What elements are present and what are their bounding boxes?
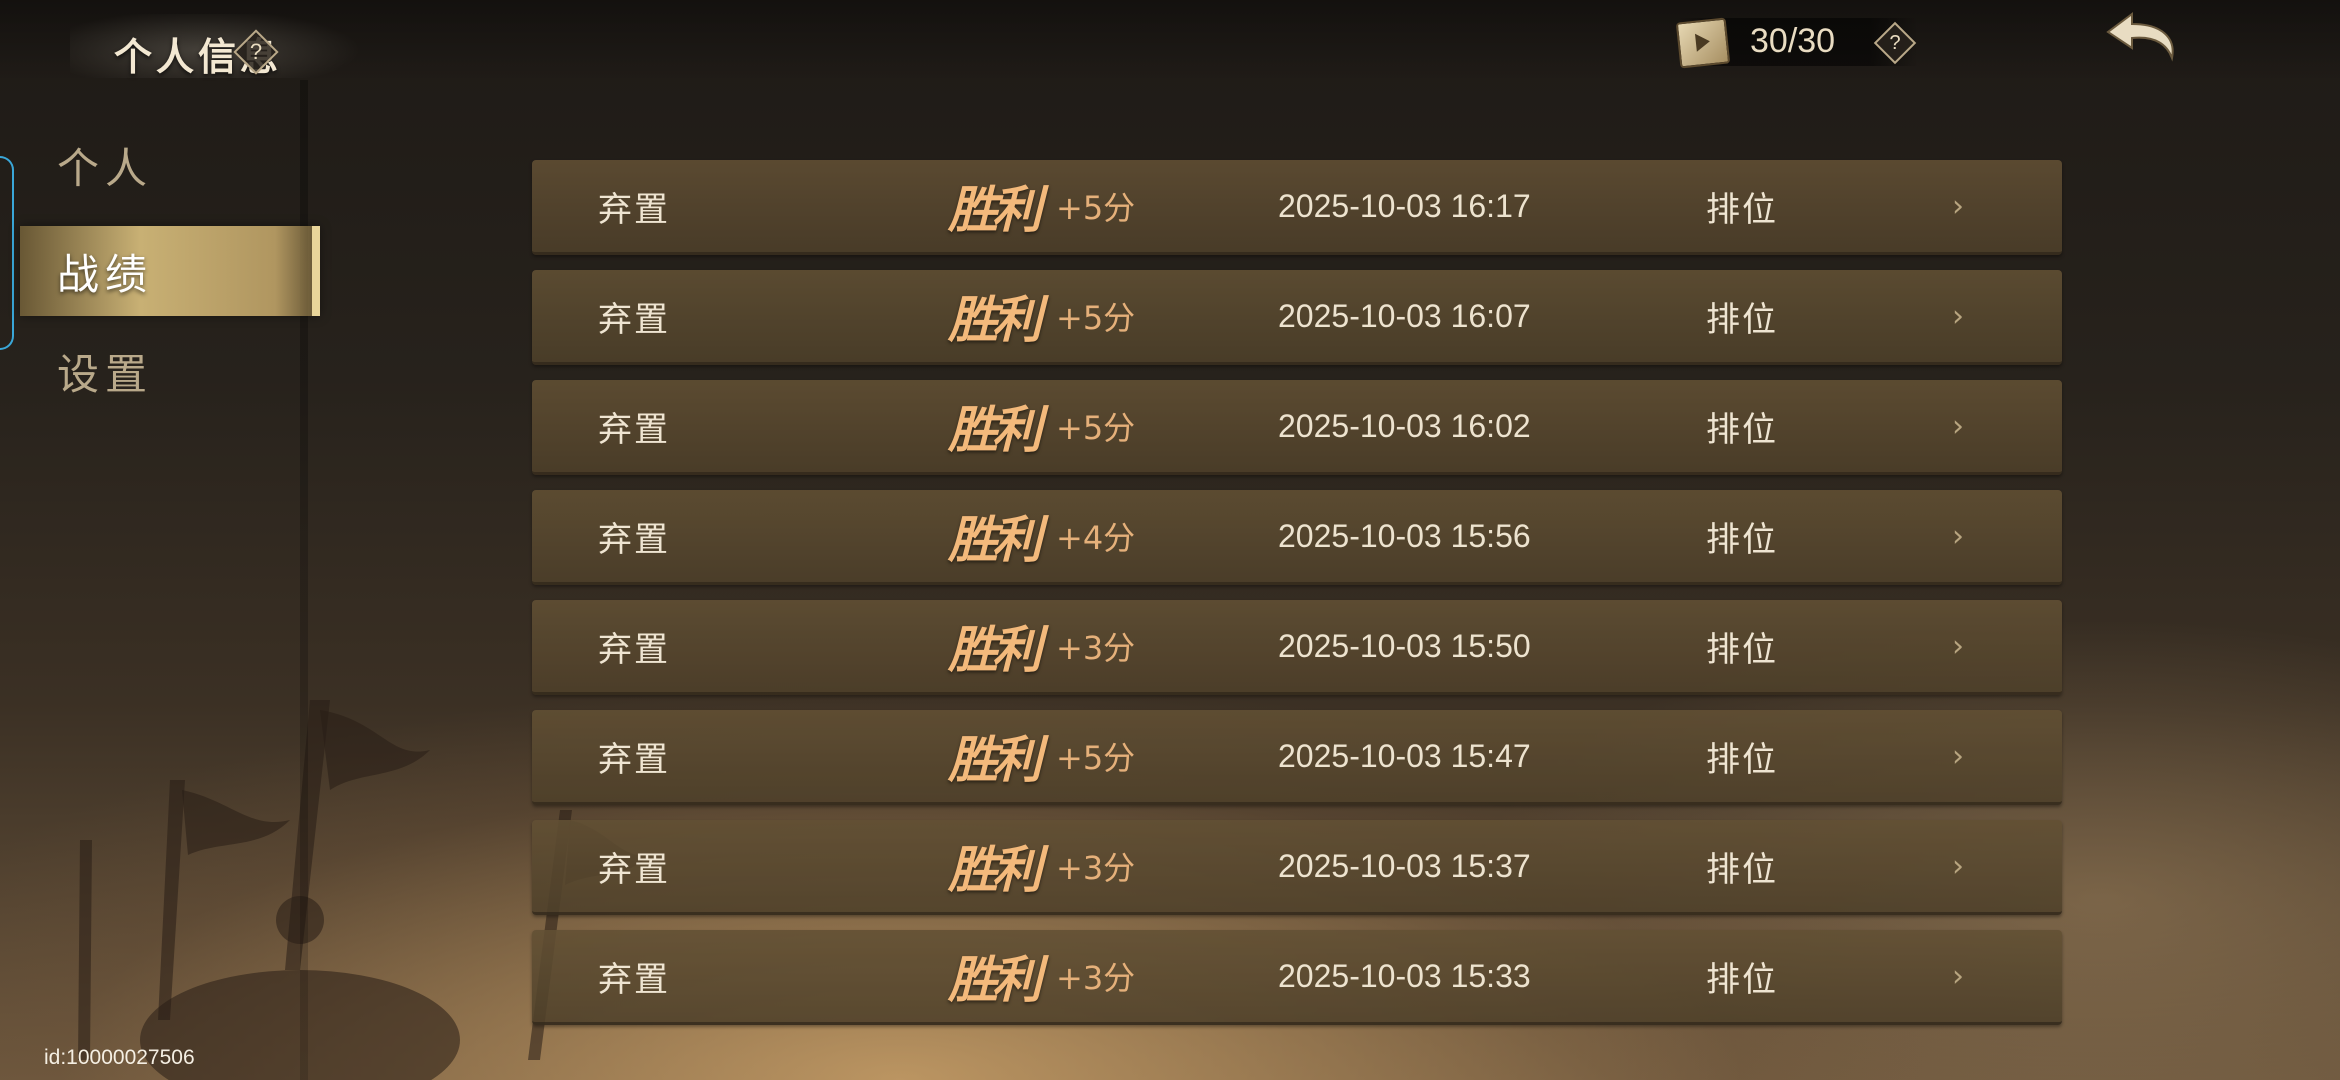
record-time: 2025-10-03 16:02: [1278, 407, 1531, 444]
chevron-right-icon[interactable]: ›: [1952, 380, 1964, 472]
record-type: 排位: [1706, 519, 1778, 560]
record-score: +5分: [1056, 739, 1136, 777]
record-time: 2025-10-03 15:47: [1278, 737, 1531, 774]
record-mode: 弃置: [598, 409, 670, 450]
record-mode: 弃置: [598, 189, 670, 230]
sidebar-item-label: 设置: [56, 349, 153, 399]
record-row[interactable]: 弃置 胜利 +3分 2025-10-03 15:50 排位 ›: [532, 600, 2062, 695]
record-row[interactable]: 弃置 胜利 +3分 2025-10-03 15:37 排位 ›: [532, 820, 2062, 915]
help-question-mark: ?: [249, 39, 263, 64]
record-result: 胜利: [948, 180, 1042, 239]
record-row[interactable]: 弃置 胜利 +3分 2025-10-03 15:33 排位 ›: [532, 930, 2062, 1025]
record-result: 胜利: [948, 730, 1042, 789]
record-score: +3分: [1056, 629, 1136, 667]
chevron-right-icon[interactable]: ›: [1952, 600, 1964, 692]
record-mode: 弃置: [598, 739, 670, 780]
record-type: 排位: [1706, 409, 1778, 450]
record-row[interactable]: 弃置 胜利 +5分 2025-10-03 16:17 排位 ›: [532, 160, 2062, 255]
record-row[interactable]: 弃置 胜利 +5分 2025-10-03 16:07 排位 ›: [532, 270, 2062, 365]
sidebar: 个人 战绩 设置: [0, 120, 320, 1080]
record-result: 胜利: [948, 950, 1042, 1009]
record-result: 胜利: [948, 290, 1042, 349]
record-score: +5分: [1056, 299, 1136, 337]
ticket-count: 30/30: [1750, 22, 1836, 60]
record-row[interactable]: 弃置 胜利 +4分 2025-10-03 15:56 排位 ›: [532, 490, 2062, 585]
record-score: +5分: [1056, 409, 1136, 447]
record-time: 2025-10-03 15:33: [1278, 957, 1531, 994]
back-arrow-icon: [2106, 12, 2174, 62]
replay-ticket-icon: [1675, 17, 1731, 69]
sidebar-item-personal[interactable]: 个人: [20, 120, 320, 210]
record-type: 排位: [1706, 739, 1778, 780]
help-question-mark: ?: [1889, 31, 1901, 54]
record-score: +4分: [1056, 519, 1136, 557]
chevron-right-icon[interactable]: ›: [1952, 710, 1964, 802]
record-type: 排位: [1706, 189, 1778, 230]
sidebar-item-records[interactable]: 战绩: [20, 226, 320, 316]
title-banner: 个人信息: [70, 14, 370, 79]
record-type: 排位: [1706, 629, 1778, 670]
record-time: 2025-10-03 16:07: [1278, 297, 1531, 334]
record-mode: 弃置: [598, 849, 670, 890]
record-result: 胜利: [948, 840, 1042, 899]
chevron-right-icon[interactable]: ›: [1952, 270, 1964, 362]
record-score: +5分: [1056, 189, 1136, 227]
record-result: 胜利: [948, 510, 1042, 569]
sidebar-item-settings[interactable]: 设置: [20, 326, 320, 416]
record-time: 2025-10-03 15:37: [1278, 847, 1531, 884]
user-id-label: id:10000027506: [44, 1046, 195, 1069]
record-result: 胜利: [948, 400, 1042, 459]
record-type: 排位: [1706, 959, 1778, 1000]
record-type: 排位: [1706, 849, 1778, 890]
record-score: +3分: [1056, 849, 1136, 887]
record-type: 排位: [1706, 299, 1778, 340]
record-result: 胜利: [948, 620, 1042, 679]
sidebar-item-label: 战绩: [56, 249, 153, 299]
record-score: +3分: [1056, 959, 1136, 997]
record-time: 2025-10-03 15:50: [1278, 627, 1531, 664]
record-mode: 弃置: [598, 629, 670, 670]
record-mode: 弃置: [598, 959, 670, 1000]
back-button[interactable]: [2100, 8, 2190, 70]
record-row[interactable]: 弃置 胜利 +5分 2025-10-03 16:02 排位 ›: [532, 380, 2062, 475]
chevron-right-icon[interactable]: ›: [1952, 930, 1964, 1022]
record-mode: 弃置: [598, 519, 670, 560]
chevron-right-icon[interactable]: ›: [1952, 820, 1964, 912]
record-time: 2025-10-03 16:17: [1278, 187, 1531, 224]
chevron-right-icon[interactable]: ›: [1952, 490, 1964, 582]
record-row[interactable]: 弃置 胜利 +5分 2025-10-03 15:47 排位 ›: [532, 710, 2062, 805]
sidebar-item-label: 个人: [56, 143, 153, 193]
chevron-right-icon[interactable]: ›: [1952, 160, 1964, 252]
record-time: 2025-10-03 15:56: [1278, 517, 1531, 554]
record-mode: 弃置: [598, 299, 670, 340]
